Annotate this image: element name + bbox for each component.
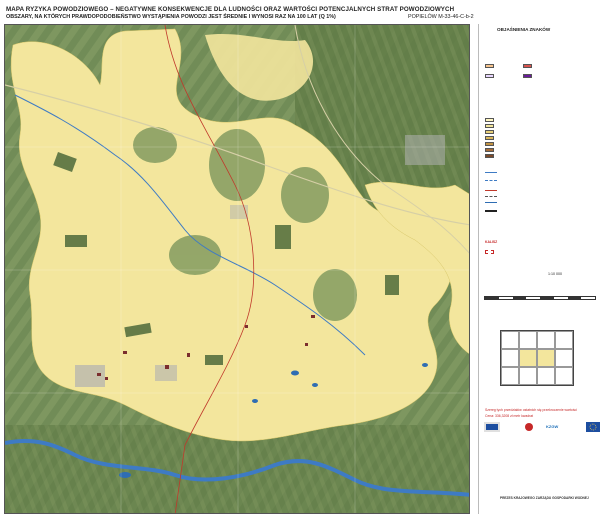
red-note-2: Cena: 336,3208 zł metr kwadrat bbox=[485, 414, 534, 418]
sheet-number: POPIELÓW M-33-46-C-b-2 bbox=[408, 14, 474, 20]
sheet-index-map bbox=[500, 330, 574, 386]
map-canvas bbox=[5, 25, 469, 513]
legend-class-6 bbox=[485, 148, 494, 152]
map-title: MAPA RYZYKA POWODZIOWEGO – NEGATYWNE KON… bbox=[6, 6, 455, 13]
legend-road-line bbox=[485, 210, 497, 212]
legend-class-3 bbox=[485, 130, 494, 134]
flood-risk-map[interactable] bbox=[4, 24, 470, 514]
map-subtitle: OBSZARY, NA KTÓRYCH PRAWDOPODOBIEŃSTWO W… bbox=[6, 14, 336, 20]
legend-stream-line bbox=[485, 180, 497, 181]
legend-stamp-box bbox=[485, 250, 494, 254]
logos-row: KZGW bbox=[482, 422, 600, 434]
legend-swatch-1 bbox=[485, 64, 494, 68]
legend-swatch-2 bbox=[523, 64, 532, 68]
legend-swatch-3 bbox=[485, 74, 494, 78]
scale-bar bbox=[484, 296, 596, 300]
legend-boundary-line bbox=[485, 190, 497, 191]
eu-flag-logo bbox=[586, 422, 600, 432]
footer-title: PREZES KRAJOWEGO ZARZĄDU GOSPODARKI WODN… bbox=[500, 496, 589, 500]
red-note-1: Szereg tych przedziałów ostatnich się pr… bbox=[485, 408, 577, 412]
legend-water-line bbox=[485, 202, 497, 203]
legend-class-1 bbox=[485, 118, 494, 122]
eu-funds-logo bbox=[484, 422, 500, 432]
kzgw-logo: KZGW bbox=[546, 424, 559, 429]
legend-class-4 bbox=[485, 136, 494, 140]
legend-title: OBJAŚNIENIA ZNAKÓW bbox=[497, 27, 551, 32]
legend-class-7 bbox=[485, 154, 494, 158]
legend-kalisz-stamp: KALISZ bbox=[485, 240, 498, 244]
legend-class-2 bbox=[485, 124, 494, 128]
legend-class-5 bbox=[485, 142, 494, 146]
map-scale-label: 1:10 000 bbox=[548, 272, 562, 276]
legend-swatch-4 bbox=[523, 74, 532, 78]
ministry-logo bbox=[525, 423, 533, 431]
legend-river-line bbox=[485, 172, 497, 173]
legend-border-line bbox=[485, 196, 497, 197]
legend-panel: OBJAŚNIENIA ZNAKÓW KALISZ bbox=[478, 24, 602, 514]
